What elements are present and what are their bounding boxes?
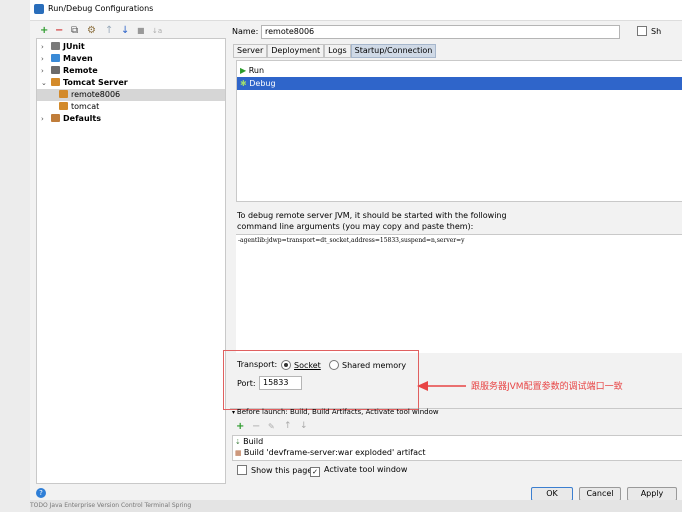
- tree-item-label: Remote: [63, 66, 98, 75]
- artifact-icon: ▦: [235, 449, 244, 457]
- cancel-button[interactable]: Cancel: [579, 487, 621, 501]
- debug-icon: ✱: [240, 79, 247, 88]
- tree-item-label: tomcat: [71, 102, 100, 111]
- tree-item-label: Tomcat Server: [63, 78, 128, 87]
- remove-icon[interactable]: −: [55, 26, 63, 36]
- apply-button[interactable]: Apply: [627, 487, 677, 501]
- tree-item-tomcat[interactable]: tomcat: [37, 101, 225, 113]
- background-ide-strip: [0, 0, 30, 512]
- config-type-icon: [59, 90, 68, 98]
- ok-button[interactable]: OK: [531, 487, 573, 501]
- tree-item-label: Maven: [63, 54, 93, 63]
- tree-item-maven[interactable]: › Maven: [37, 53, 225, 65]
- chevron-right-icon[interactable]: ›: [41, 41, 51, 53]
- config-type-icon: [51, 66, 60, 74]
- tree-item-label: remote8006: [71, 90, 121, 99]
- config-type-icon: [51, 78, 60, 86]
- chevron-down-icon[interactable]: ⌄: [41, 77, 51, 89]
- tree-item-tomcat-server[interactable]: ⌄ Tomcat Server: [37, 77, 225, 89]
- before-item-artifact[interactable]: ▦ Build 'devframe-server:war exploded' a…: [233, 447, 682, 458]
- description-line-2: command line arguments (you may copy and…: [237, 222, 474, 231]
- activate-tool-label: Activate tool window: [324, 465, 408, 474]
- config-type-icon: [51, 114, 60, 122]
- before-launch-label: Before launch: Build, Build Artifacts, A…: [236, 408, 439, 416]
- socket-label: Socket: [294, 361, 321, 370]
- window-title: Run/Debug Configurations: [48, 4, 154, 13]
- tab-bar: Server Deployment Logs Startup/Connection: [233, 44, 437, 58]
- annotation-arrow-icon: [417, 381, 466, 391]
- app-icon: [34, 4, 44, 14]
- copy-icon[interactable]: ⧉: [71, 26, 78, 36]
- show-page-label: Show this page: [251, 466, 313, 475]
- tab-logs[interactable]: Logs: [324, 44, 351, 58]
- chevron-right-icon[interactable]: ›: [41, 113, 51, 125]
- tab-server[interactable]: Server: [233, 44, 268, 58]
- folder-icon[interactable]: ■: [137, 26, 145, 36]
- tree-item-remote[interactable]: › Remote: [37, 65, 225, 77]
- mode-debug[interactable]: ✱ Debug: [237, 77, 682, 90]
- config-type-icon: [59, 102, 68, 110]
- before-item-build-label: Build: [243, 437, 264, 446]
- run-icon: ▶: [240, 66, 247, 75]
- description-line-1: To debug remote server JVM, it should be…: [237, 211, 507, 220]
- tree-item-label: JUnit: [63, 42, 85, 51]
- share-label: Sh: [651, 27, 662, 36]
- before-item-artifact-label: Build 'devframe-server:war exploded' art…: [243, 448, 426, 457]
- before-remove-icon[interactable]: −: [252, 421, 260, 432]
- checkbox-checked-icon[interactable]: ✓: [310, 467, 320, 477]
- move-down-icon[interactable]: ↓: [121, 26, 129, 36]
- port-label: Port:: [237, 379, 256, 388]
- checkbox-unchecked-icon[interactable]: [237, 465, 247, 475]
- before-item-build[interactable]: ⇣ Build: [233, 436, 682, 447]
- before-down-icon[interactable]: ↓: [300, 421, 308, 431]
- config-tree: › JUnit › Maven › Remote ⌄ Tomcat Server remote8…: [36, 38, 226, 484]
- move-up-icon[interactable]: ↑: [105, 26, 113, 36]
- before-up-icon[interactable]: ↑: [284, 421, 292, 431]
- debug-description: To debug remote server JVM, it should be…: [237, 210, 507, 232]
- share-checkbox-box[interactable]: [637, 26, 647, 36]
- ide-status-bar: TODO Java Enterprise Version Control Ter…: [30, 500, 682, 512]
- shared-memory-label: Shared memory: [342, 361, 407, 370]
- before-edit-icon[interactable]: ✎: [268, 422, 275, 431]
- name-label: Name:: [232, 27, 259, 36]
- settings-icon[interactable]: ⚙: [87, 26, 96, 36]
- add-icon[interactable]: +: [40, 26, 48, 36]
- mode-debug-label: Debug: [249, 79, 276, 88]
- radio-on-icon[interactable]: [281, 360, 291, 370]
- tree-item-defaults[interactable]: › Defaults: [37, 113, 225, 125]
- tab-startup-connection[interactable]: Startup/Connection: [350, 44, 437, 58]
- config-type-icon: [51, 54, 60, 62]
- chevron-right-icon[interactable]: ›: [41, 53, 51, 65]
- build-icon: ⇣: [235, 438, 244, 446]
- transport-shared-memory-radio[interactable]: Shared memory: [329, 360, 406, 370]
- mode-run-label: Run: [248, 66, 265, 75]
- before-launch-list: ⇣ Build ▦ Build 'devframe-server:war exp…: [232, 435, 682, 461]
- before-launch-header[interactable]: ▾ Before launch: Build, Build Artifacts,…: [232, 408, 439, 416]
- radio-off-icon[interactable]: [329, 360, 339, 370]
- port-input[interactable]: 15833: [259, 376, 302, 390]
- transport-label: Transport:: [237, 360, 278, 369]
- annotation-text: 跟服务器JVM配置参数的调试端口一致: [471, 382, 623, 392]
- chevron-right-icon[interactable]: ›: [41, 65, 51, 77]
- tab-deployment[interactable]: Deployment: [267, 44, 325, 58]
- transport-socket-radio[interactable]: Socket: [281, 360, 321, 370]
- mode-run[interactable]: ▶ Run: [237, 64, 682, 77]
- help-icon[interactable]: ?: [36, 488, 46, 498]
- before-add-icon[interactable]: +: [236, 421, 244, 432]
- tree-item-junit[interactable]: › JUnit: [37, 41, 225, 53]
- show-page-checkbox[interactable]: Show this page: [237, 465, 312, 475]
- config-type-icon: [51, 42, 60, 50]
- sort-icon[interactable]: ↓a: [152, 26, 162, 36]
- share-checkbox[interactable]: Sh: [637, 26, 661, 36]
- name-input[interactable]: remote8006: [261, 25, 620, 39]
- jvm-arguments[interactable]: -agentlib:jdwp=transport=dt_socket,addre…: [236, 234, 682, 353]
- activate-tool-checkbox[interactable]: ✓ Activate tool window: [310, 465, 407, 477]
- tree-item-remote8006[interactable]: remote8006: [37, 89, 225, 101]
- mode-list: ▶ Run ✱ Debug: [236, 60, 682, 202]
- tree-item-label: Defaults: [63, 114, 101, 123]
